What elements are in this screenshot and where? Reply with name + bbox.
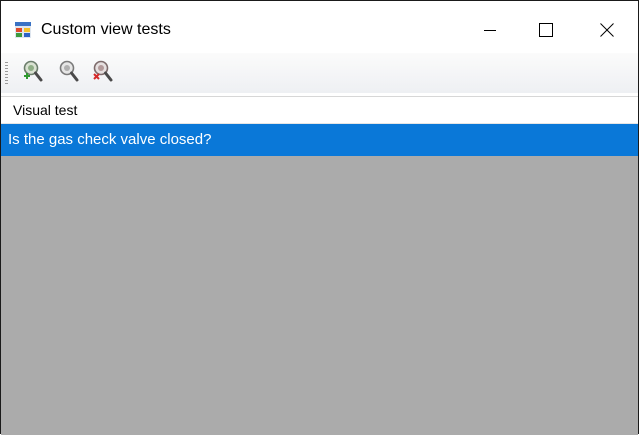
title-bar[interactable]: Custom view tests	[1, 1, 638, 53]
close-button[interactable]	[584, 7, 630, 53]
app-window-icon	[15, 22, 31, 38]
close-icon	[600, 23, 614, 37]
zoom-add-icon[interactable]	[21, 59, 45, 85]
toolbar-grip[interactable]	[5, 62, 8, 84]
list-item-label: Is the gas check valve closed?	[8, 131, 212, 148]
app-window: Custom view tests Visual test Is the gas…	[0, 0, 639, 435]
minimize-button[interactable]	[467, 7, 513, 53]
minimize-icon	[484, 30, 496, 31]
list-column-header[interactable]: Visual test	[1, 96, 638, 124]
maximize-button[interactable]	[523, 7, 569, 53]
list-item[interactable]: Is the gas check valve closed?	[1, 124, 638, 156]
zoom-remove-icon[interactable]	[91, 59, 115, 85]
test-list[interactable]: Is the gas check valve closed?	[1, 124, 638, 435]
window-title: Custom view tests	[41, 21, 171, 38]
maximize-icon	[539, 23, 553, 37]
zoom-edit-icon[interactable]	[57, 59, 81, 85]
column-header-label: Visual test	[13, 102, 78, 118]
